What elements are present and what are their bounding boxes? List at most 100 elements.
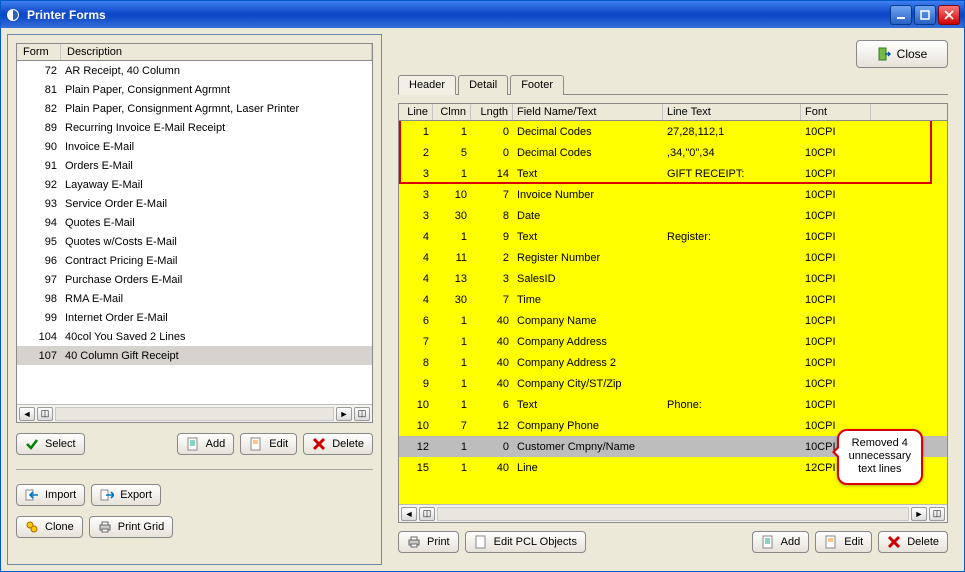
page-icon	[761, 535, 775, 549]
grid-row[interactable]: 4112Register Number10CPI	[399, 247, 947, 268]
grid-row[interactable]: 1016TextPhone:10CPI	[399, 394, 947, 415]
desc-cell: Internet Order E-Mail	[61, 312, 372, 324]
grid-edit-button[interactable]: Edit	[815, 531, 872, 553]
window-close-button[interactable]	[938, 5, 960, 25]
right-pane: Close HeaderDetailFooter Line Clmn Lngth…	[388, 34, 958, 565]
grid-scroll-col[interactable]: ◫	[419, 507, 435, 521]
printer-icon	[98, 520, 112, 534]
edit-button[interactable]: Edit	[240, 433, 297, 455]
form-list-row[interactable]: 89Recurring Invoice E-Mail Receipt	[17, 118, 372, 137]
import-button[interactable]: Import	[16, 484, 85, 506]
col-linetext[interactable]: Line Text	[663, 104, 801, 120]
form-list-row[interactable]: 90Invoice E-Mail	[17, 137, 372, 156]
check-icon	[25, 437, 39, 451]
grid-row[interactable]: 3107Invoice Number10CPI	[399, 184, 947, 205]
form-list-row[interactable]: 98RMA E-Mail	[17, 289, 372, 308]
export-button[interactable]: Export	[91, 484, 161, 506]
scroll-col-button[interactable]: ◫	[37, 407, 53, 421]
col-form[interactable]: Form	[17, 44, 61, 60]
form-list-row[interactable]: 96Contract Pricing E-Mail	[17, 251, 372, 270]
form-cell: 92	[17, 179, 61, 191]
col-field[interactable]: Field Name/Text	[513, 104, 663, 120]
door-icon	[877, 47, 891, 61]
form-list-row[interactable]: 72AR Receipt, 40 Column	[17, 61, 372, 80]
grid-row[interactable]: 8140Company Address 210CPI	[399, 352, 947, 373]
form-list-row[interactable]: 97Purchase Orders E-Mail	[17, 270, 372, 289]
printer-forms-window: Printer Forms Form Description 72AR Rece…	[0, 0, 965, 572]
import-icon	[25, 488, 39, 502]
grid-row[interactable]: 3114TextGIFT RECEIPT:10CPI	[399, 163, 947, 184]
edit-pcl-button[interactable]: Edit PCL Objects	[465, 531, 586, 553]
form-list-row[interactable]: 81Plain Paper, Consignment Agrmnt	[17, 80, 372, 99]
select-button[interactable]: Select	[16, 433, 85, 455]
form-list-row[interactable]: 10440col You Saved 2 Lines	[17, 327, 372, 346]
grid-delete-button[interactable]: Delete	[878, 531, 948, 553]
form-list-row[interactable]: 99Internet Order E-Mail	[17, 308, 372, 327]
scroll-track[interactable]	[55, 407, 334, 421]
tab-header[interactable]: Header	[398, 75, 456, 95]
add-button[interactable]: Add	[177, 433, 235, 455]
scroll-left-button[interactable]: ◄	[19, 407, 35, 421]
form-cell: 89	[17, 122, 61, 134]
form-list-row[interactable]: 91Orders E-Mail	[17, 156, 372, 175]
scroll-col-button-2[interactable]: ◫	[354, 407, 370, 421]
clone-icon	[25, 520, 39, 534]
grid-row[interactable]: 4133SalesID10CPI	[399, 268, 947, 289]
grid-row[interactable]: 250Decimal Codes,34,"0",3410CPI	[399, 142, 947, 163]
form-list-row[interactable]: 95Quotes w/Costs E-Mail	[17, 232, 372, 251]
delete-x-icon	[312, 437, 326, 451]
grid-row[interactable]: 7140Company Address10CPI	[399, 331, 947, 352]
form-cell: 97	[17, 274, 61, 286]
page-icon	[474, 535, 488, 549]
maximize-button[interactable]	[914, 5, 936, 25]
desc-cell: Plain Paper, Consignment Agrmnt, Laser P…	[61, 103, 372, 115]
form-list-body[interactable]: 72AR Receipt, 40 Column81Plain Paper, Co…	[17, 61, 372, 404]
col-description[interactable]: Description	[61, 44, 372, 60]
titlebar[interactable]: Printer Forms	[1, 1, 964, 28]
grid-row[interactable]: 9140Company City/ST/Zip10CPI	[399, 373, 947, 394]
form-cell: 91	[17, 160, 61, 172]
tab-footer[interactable]: Footer	[510, 75, 564, 95]
form-cell: 99	[17, 312, 61, 324]
printer-icon	[407, 535, 421, 549]
delete-button[interactable]: Delete	[303, 433, 373, 455]
grid-row[interactable]: 4307Time10CPI	[399, 289, 947, 310]
minimize-button[interactable]	[890, 5, 912, 25]
grid-scroll-left[interactable]: ◄	[401, 507, 417, 521]
desc-cell: Plain Paper, Consignment Agrmnt	[61, 84, 372, 96]
clone-button[interactable]: Clone	[16, 516, 83, 538]
grid-row[interactable]: 110Decimal Codes27,28,112,110CPI	[399, 121, 947, 142]
print-grid-button[interactable]: Print Grid	[89, 516, 173, 538]
form-cell: 96	[17, 255, 61, 267]
scroll-right-button[interactable]: ►	[336, 407, 352, 421]
form-list-header: Form Description	[17, 44, 372, 61]
grid-body[interactable]: 110Decimal Codes27,28,112,110CPI250Decim…	[399, 121, 947, 504]
grid-row[interactable]: 419TextRegister:10CPI	[399, 226, 947, 247]
form-list-hscroll[interactable]: ◄ ◫ ► ◫	[17, 404, 372, 422]
grid-row[interactable]: 6140Company Name10CPI	[399, 310, 947, 331]
form-list-row[interactable]: 92Layaway E-Mail	[17, 175, 372, 194]
form-list-row[interactable]: 10740 Column Gift Receipt	[17, 346, 372, 365]
grid-hscroll[interactable]: ◄ ◫ ► ◫	[399, 504, 947, 522]
grid-buttons: Print Edit PCL Objects Add Edit	[388, 527, 958, 561]
grid-scroll-track[interactable]	[437, 507, 909, 521]
form-list-row[interactable]: 94Quotes E-Mail	[17, 213, 372, 232]
left-pane: Form Description 72AR Receipt, 40 Column…	[7, 34, 382, 565]
col-line[interactable]: Line	[399, 104, 433, 120]
form-cell: 98	[17, 293, 61, 305]
grid-row[interactable]: 3308Date10CPI	[399, 205, 947, 226]
form-cell: 93	[17, 198, 61, 210]
tab-detail[interactable]: Detail	[458, 75, 508, 95]
col-clmn[interactable]: Clmn	[433, 104, 471, 120]
grid-scroll-right[interactable]: ►	[911, 507, 927, 521]
col-font[interactable]: Font	[801, 104, 871, 120]
grid-add-button[interactable]: Add	[752, 531, 810, 553]
desc-cell: Purchase Orders E-Mail	[61, 274, 372, 286]
print-button[interactable]: Print	[398, 531, 459, 553]
form-list-row[interactable]: 93Service Order E-Mail	[17, 194, 372, 213]
close-button[interactable]: Close	[856, 40, 948, 68]
col-lngth[interactable]: Lngth	[471, 104, 513, 120]
form-list-row[interactable]: 82Plain Paper, Consignment Agrmnt, Laser…	[17, 99, 372, 118]
grid-scroll-col-2[interactable]: ◫	[929, 507, 945, 521]
form-cell: 107	[17, 350, 61, 362]
